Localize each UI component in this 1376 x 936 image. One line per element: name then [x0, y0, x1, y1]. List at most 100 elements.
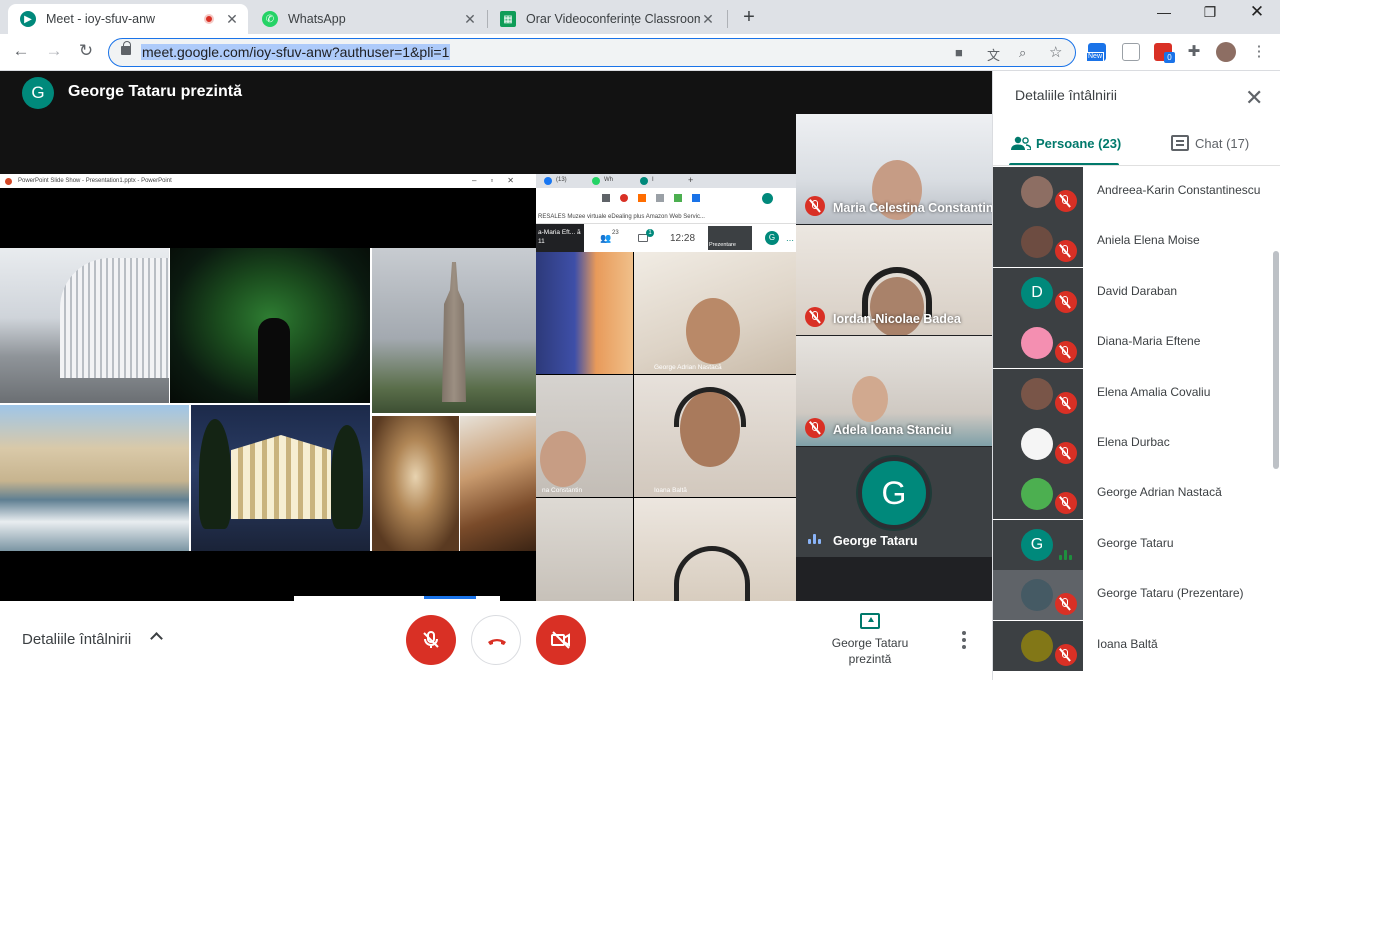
participant-avatar — [1021, 579, 1053, 611]
photo-marina — [0, 405, 189, 551]
minimize-icon[interactable]: — — [1150, 4, 1178, 20]
address-bar[interactable]: meet.google.com/ioy-sfuv-anw?authuser=1&… — [108, 38, 1076, 67]
camera-off-icon — [551, 631, 570, 649]
participant-row[interactable]: G George Tataru — [993, 520, 1273, 570]
tab-title: Meet - ioy-sfuv-anw — [46, 12, 156, 26]
participant-row[interactable]: Diana-Maria Eftene — [993, 318, 1273, 368]
browser-menu-icon[interactable]: ⋮ — [1250, 43, 1268, 61]
participant-tile[interactable]: Maria Celestina Constantin — [796, 114, 992, 224]
close-tab-icon[interactable]: ✕ — [462, 11, 478, 28]
hang-up-icon — [488, 639, 506, 645]
photo-temple-tree — [199, 419, 231, 529]
shared-clock: 12:28 — [670, 233, 696, 244]
participant-face — [852, 376, 888, 422]
participant-face — [540, 431, 586, 487]
slide-popup-accent — [424, 596, 476, 599]
window-close-icon[interactable]: ✕ — [1243, 2, 1271, 22]
profile-avatar[interactable] — [1216, 42, 1236, 62]
more-options-icon[interactable] — [962, 631, 966, 652]
photo-aurora — [170, 248, 370, 403]
participant-name: Maria Celestina Constantin — [833, 201, 992, 215]
participant-row-name: George Tataru (Prezentare) — [1097, 586, 1244, 600]
participant-tile[interactable]: Adela Ioana Stanciu — [796, 336, 992, 446]
photo-building — [0, 248, 169, 403]
participant-name: George Tataru — [833, 534, 918, 548]
participant-row-name: Diana-Maria Eftene — [1097, 334, 1201, 348]
back-icon[interactable]: ← — [9, 41, 33, 61]
participant-avatar-area — [993, 167, 1083, 217]
chevron-up-icon[interactable] — [150, 632, 163, 645]
mic-toggle-button[interactable] — [406, 615, 456, 665]
meeting-controls: Detaliile întâlnirii George Tataru prezi… — [0, 601, 992, 680]
tab-meet[interactable]: ▶ Meet - ioy-sfuv-anw ✕ — [8, 4, 248, 34]
presenting-label[interactable]: George Tataru prezintă — [820, 635, 920, 667]
mini-tab-label: Wh — [604, 177, 613, 183]
participant-row-name: Ioana Baltă — [1097, 637, 1158, 651]
mic-off-icon — [1055, 492, 1077, 514]
participant-avatar — [1021, 226, 1053, 258]
presenter-tile[interactable]: G George Tataru — [796, 447, 992, 557]
camera-toggle-button[interactable] — [536, 615, 586, 665]
shared-video-tile: George Adrian Nastacă — [634, 252, 796, 374]
mini-tab-label: (13) — [556, 177, 567, 183]
close-panel-icon[interactable]: ✕ — [1245, 85, 1263, 111]
new-tab-icon: + — [688, 175, 694, 185]
reload-icon[interactable]: ↻ — [74, 41, 98, 61]
extensions-puzzle-icon[interactable]: ✚ — [1185, 43, 1203, 61]
participant-row-name: George Adrian Nastacă — [1097, 485, 1222, 499]
participant-row[interactable]: Aniela Elena Moise — [993, 217, 1273, 267]
panel-title: Detaliile întâlnirii — [1015, 87, 1117, 103]
participant-avatar-area — [993, 570, 1083, 620]
shared-presentation-thumb: Prezentare — [708, 226, 752, 250]
photo-fresco — [372, 416, 459, 551]
shared-browser-address — [536, 188, 796, 210]
participant-row-name: David Daraban — [1097, 284, 1178, 298]
participant-tile[interactable]: Iordan-Nicolae Badea — [796, 225, 992, 335]
bookmark-star-icon[interactable]: ☆ — [1049, 43, 1062, 61]
presenter-tile-avatar: G — [858, 457, 930, 529]
photo-temple-tree — [331, 425, 363, 529]
participant-row[interactable]: Elena Durbac — [993, 419, 1273, 469]
forward-icon[interactable]: → — [42, 41, 66, 61]
participant-row[interactable]: Ioana Baltă — [993, 621, 1273, 671]
browser-toolbar: ← → ↻ meet.google.com/ioy-sfuv-anw?authu… — [0, 34, 1280, 71]
participant-row[interactable]: D David Daraban — [993, 268, 1273, 318]
new-tab-icon[interactable]: + — [738, 6, 760, 29]
shared-people-count: 23 — [612, 230, 619, 236]
shared-window-titlebar: PowerPoint Slide Show - Presentation1.pp… — [0, 174, 536, 188]
participant-row[interactable]: Andreea-Karin Constantinescu — [993, 167, 1273, 217]
close-tab-icon[interactable]: ✕ — [224, 11, 240, 28]
tab-whatsapp[interactable]: ✆ WhatsApp ✕ — [250, 4, 486, 34]
leave-call-button[interactable] — [471, 615, 521, 665]
panel-scrollbar[interactable] — [1273, 251, 1279, 469]
tab-sheets[interactable]: ▦ Orar Videoconferințe Classroom ✕ — [488, 4, 724, 34]
participant-row-name: Elena Amalia Covaliu — [1097, 385, 1211, 399]
participant-avatar-area: D — [993, 268, 1083, 318]
translate-icon[interactable]: 文 — [987, 45, 1000, 64]
photo-temple-columns — [231, 435, 331, 519]
participant-avatar-area — [993, 217, 1083, 267]
slide-collage — [0, 248, 536, 551]
participant-face — [686, 298, 740, 364]
camera-icon[interactable]: ■ — [955, 45, 963, 60]
participant-row[interactable]: George Adrian Nastacă — [993, 469, 1273, 519]
photo-aurora-person — [258, 318, 290, 403]
shared-chat-count: 1 — [646, 229, 654, 237]
participant-row[interactable]: Elena Amalia Covaliu — [993, 369, 1273, 419]
shared-presentation-label: Prezentare — [709, 242, 736, 248]
restore-icon[interactable]: ❐ — [1196, 4, 1224, 21]
shared-video-grid: George Adrian Nastacă na Constantin Ioan… — [536, 252, 796, 601]
speaking-indicator-icon — [1059, 550, 1073, 560]
close-tab-icon[interactable]: ✕ — [700, 11, 716, 28]
participant-row[interactable]: George Tataru (Prezentare) — [993, 570, 1273, 620]
zoom-icon[interactable]: ⌕ — [1019, 45, 1026, 61]
powerpoint-icon — [5, 178, 12, 185]
mic-off-icon — [1055, 240, 1077, 262]
present-screen-icon[interactable] — [860, 613, 880, 629]
extension-grey-icon[interactable] — [1122, 43, 1140, 61]
extension-new-icon[interactable]: New — [1086, 43, 1106, 62]
meeting-details-toggle[interactable]: Detaliile întâlnirii — [22, 631, 131, 648]
shared-video-tile — [536, 252, 633, 374]
url-text[interactable]: meet.google.com/ioy-sfuv-anw?authuser=1&… — [141, 44, 451, 60]
extension-red-icon[interactable]: 0 — [1154, 43, 1175, 63]
